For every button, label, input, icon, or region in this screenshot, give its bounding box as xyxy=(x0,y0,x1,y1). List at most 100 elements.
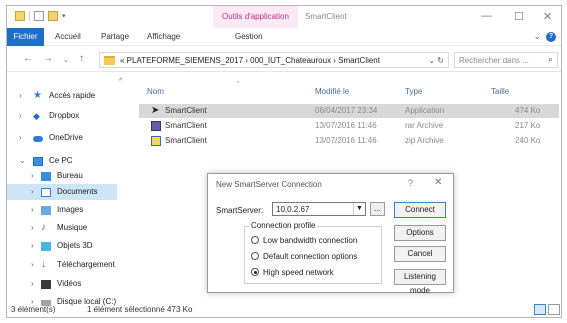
images-icon xyxy=(41,206,51,215)
new-folder-icon[interactable] xyxy=(48,11,58,21)
search-input[interactable]: Rechercher dans ... ⌕ xyxy=(454,52,558,68)
contextual-tab-app-tools[interactable]: Outils d'application xyxy=(213,6,298,28)
details-view-icon[interactable] xyxy=(534,304,546,315)
nav-item-videos[interactable]: › Vidéos xyxy=(7,276,117,292)
nav-item-onedrive[interactable]: › OneDrive xyxy=(7,130,117,146)
minimize-button[interactable]: — xyxy=(481,10,492,22)
browse-button[interactable]: ... xyxy=(370,202,385,216)
dropdown-arrow-icon[interactable]: ▼ xyxy=(353,203,365,215)
maximize-button[interactable]: ☐ xyxy=(514,10,524,23)
documents-icon xyxy=(41,188,51,197)
table-row[interactable]: ➤ SmartClient 06/04/2017 23:34 Applicati… xyxy=(139,104,559,118)
nav-item-images[interactable]: › Images xyxy=(7,202,117,218)
nav-item-bureau[interactable]: › Bureau xyxy=(7,168,117,184)
smartserver-label: SmartServer: xyxy=(216,206,264,215)
cloud-icon xyxy=(33,136,43,142)
chevron-right-icon[interactable]: › xyxy=(31,276,39,292)
chevron-down-icon[interactable]: ▾ xyxy=(62,12,66,20)
recent-chevron-icon[interactable]: ⌄ xyxy=(63,56,69,64)
up-arrow-icon[interactable]: ↑ xyxy=(79,53,84,64)
scroll-up-icon[interactable]: ^ xyxy=(119,78,122,85)
chevron-right-icon[interactable]: › xyxy=(19,108,27,124)
smartserver-combobox[interactable]: 10.0.2.67 ▼ xyxy=(272,202,366,216)
large-icons-view-icon[interactable] xyxy=(548,304,560,315)
close-button[interactable]: ✕ xyxy=(543,10,552,23)
folder-icon xyxy=(104,56,115,65)
tab-accueil[interactable]: Accueil xyxy=(55,28,81,46)
objects-3d-icon xyxy=(41,242,51,251)
cancel-button[interactable]: Cancel xyxy=(394,246,446,262)
chevron-down-icon[interactable]: ⌄ xyxy=(19,153,27,169)
item-count: 3 élément(s) xyxy=(11,305,56,314)
music-icon: ♪ xyxy=(41,222,46,233)
tab-fichier[interactable]: Fichier xyxy=(7,28,44,46)
chevron-right-icon[interactable]: › xyxy=(31,168,39,184)
connect-button[interactable]: Connect xyxy=(394,202,446,218)
nav-item-acces-rapide[interactable]: › ★ Accès rapide xyxy=(7,88,117,104)
new-smartserver-connection-dialog: New SmartServer Connection ? ✕ SmartServ… xyxy=(207,173,454,295)
navigation-bar: ← → ⌄ ↑ « PLATEFORME_SIEMENS_2017 › 000_… xyxy=(7,48,561,72)
options-button[interactable]: Options xyxy=(394,225,446,241)
explorer-window: ▾ Outils d'application SmartClient — ☐ ✕… xyxy=(6,5,562,318)
column-header-name[interactable]: Nom xyxy=(147,84,164,100)
pc-icon xyxy=(33,157,43,166)
chevron-right-icon[interactable]: › xyxy=(31,220,39,236)
radio-low-bandwidth[interactable]: Low bandwidth connection xyxy=(251,235,357,247)
column-header-modified[interactable]: Modifié le xyxy=(315,84,349,100)
rar-archive-icon xyxy=(151,121,161,131)
window-title: SmartClient xyxy=(305,12,347,21)
radio-button-icon[interactable] xyxy=(251,236,259,244)
zip-archive-icon xyxy=(151,136,161,146)
smartserver-value: 10.0.2.67 xyxy=(276,205,310,214)
column-header-type[interactable]: Type xyxy=(405,84,422,100)
chevron-right-icon[interactable]: › xyxy=(31,257,39,273)
search-icon: ⌕ xyxy=(547,54,553,64)
tab-affichage[interactable]: Affichage xyxy=(147,28,180,46)
radio-button-icon[interactable] xyxy=(251,252,259,260)
refresh-icon[interactable]: ⌄ ↻ xyxy=(428,53,444,68)
properties-icon[interactable] xyxy=(34,11,44,21)
chevron-right-icon[interactable]: › xyxy=(31,184,39,200)
dialog-help-button[interactable]: ? xyxy=(408,178,413,188)
ribbon-tabs: Fichier Accueil Partage Affichage Gestio… xyxy=(7,28,561,46)
dialog-title: New SmartServer Connection xyxy=(216,180,322,189)
chevron-right-icon[interactable]: › xyxy=(31,202,39,218)
chevron-right-icon[interactable]: › xyxy=(31,238,39,254)
nav-item-objets-3d[interactable]: › Objets 3D xyxy=(7,238,117,254)
connection-profile-group: Connection profile Low bandwidth connect… xyxy=(244,221,382,284)
nav-item-documents[interactable]: › Documents xyxy=(7,184,117,200)
video-icon xyxy=(41,280,51,289)
selection-info: 1 élément sélectionné 473 Ko xyxy=(87,305,193,314)
star-icon: ★ xyxy=(33,90,42,101)
table-row[interactable]: SmartClient 13/07/2016 11:46 zip Archive… xyxy=(139,134,559,148)
forward-arrow-icon[interactable]: → xyxy=(43,53,53,64)
tab-gestion[interactable]: Gestion xyxy=(235,28,263,46)
table-row[interactable]: SmartClient 13/07/2016 11:46 rar Archive… xyxy=(139,119,559,133)
quick-access-toolbar: ▾ xyxy=(15,11,66,21)
radio-default-connection[interactable]: Default connection options xyxy=(251,251,357,263)
help-icon[interactable]: ? xyxy=(546,32,556,42)
nav-item-ce-pc[interactable]: ⌄ Ce PC xyxy=(7,153,117,169)
radio-button-selected-icon[interactable] xyxy=(251,268,259,276)
connection-profile-title: Connection profile xyxy=(249,221,318,230)
listening-mode-button[interactable]: Listening mode xyxy=(394,269,446,295)
tab-partage[interactable]: Partage xyxy=(101,28,129,46)
folder-icon xyxy=(15,11,25,21)
column-header-size[interactable]: Taille xyxy=(491,84,509,100)
search-placeholder: Rechercher dans ... xyxy=(459,56,529,65)
sort-caret-icon: ⌃ xyxy=(235,81,241,88)
breadcrumb[interactable]: « PLATEFORME_SIEMENS_2017 › 000_IUT_Chat… xyxy=(120,53,380,68)
nav-item-musique[interactable]: › ♪ Musique xyxy=(7,220,117,236)
back-arrow-icon[interactable]: ← xyxy=(23,53,33,64)
radio-high-speed[interactable]: High speed network xyxy=(251,267,334,279)
status-bar: 3 élément(s) 1 élément sélectionné 473 K… xyxy=(7,303,561,317)
dialog-close-button[interactable]: ✕ xyxy=(434,177,442,188)
nav-item-telechargement[interactable]: › ↓ Téléchargement xyxy=(7,257,117,273)
chevron-right-icon[interactable]: › xyxy=(19,88,27,104)
download-icon: ↓ xyxy=(41,259,46,270)
chevron-right-icon[interactable]: › xyxy=(19,130,27,146)
expand-ribbon-icon[interactable]: ⌄ xyxy=(533,31,541,42)
dropbox-icon: ◆ xyxy=(33,111,40,121)
nav-item-dropbox[interactable]: › ◆ Dropbox xyxy=(7,108,117,124)
address-bar[interactable]: « PLATEFORME_SIEMENS_2017 › 000_IUT_Chat… xyxy=(99,52,449,68)
